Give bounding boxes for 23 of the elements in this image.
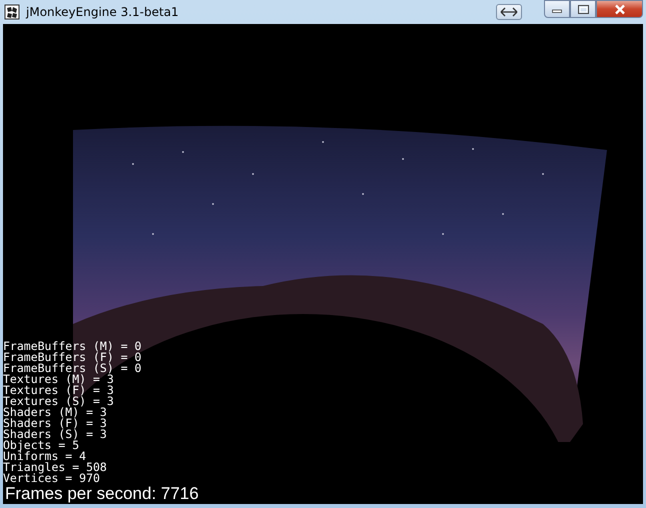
minimize-button[interactable]: [544, 0, 570, 18]
double-arrow-icon: [500, 7, 518, 17]
swap-button[interactable]: [496, 4, 522, 20]
maximize-icon: [578, 4, 588, 14]
maximize-button[interactable]: [570, 0, 596, 18]
stat-line: Textures (F) = 3: [3, 385, 115, 396]
stat-line: Shaders (S) = 3: [3, 429, 108, 440]
stat-line: Shaders (M) = 3: [3, 407, 108, 418]
close-icon: [614, 4, 626, 14]
stat-line: FrameBuffers (M) = 0: [3, 341, 142, 352]
stat-line: Shaders (F) = 3: [3, 418, 108, 429]
window-title: jMonkeyEngine 3.1-beta1: [26, 5, 180, 19]
stat-line: Vertices = 970: [3, 473, 100, 484]
stat-line: Triangles = 508: [3, 462, 108, 473]
stat-line: Objects = 5: [3, 440, 80, 451]
close-button[interactable]: [596, 0, 643, 18]
stat-line: Uniforms = 4: [3, 451, 87, 462]
stat-line: FrameBuffers (F) = 0: [3, 352, 142, 363]
fps-counter: Frames per second: 7716: [4, 484, 199, 504]
app-icon: [4, 4, 20, 20]
stat-line: Textures (M) = 3: [3, 374, 115, 385]
stat-line: Textures (S) = 3: [3, 396, 115, 407]
stat-line: FrameBuffers (S) = 0: [3, 363, 142, 374]
